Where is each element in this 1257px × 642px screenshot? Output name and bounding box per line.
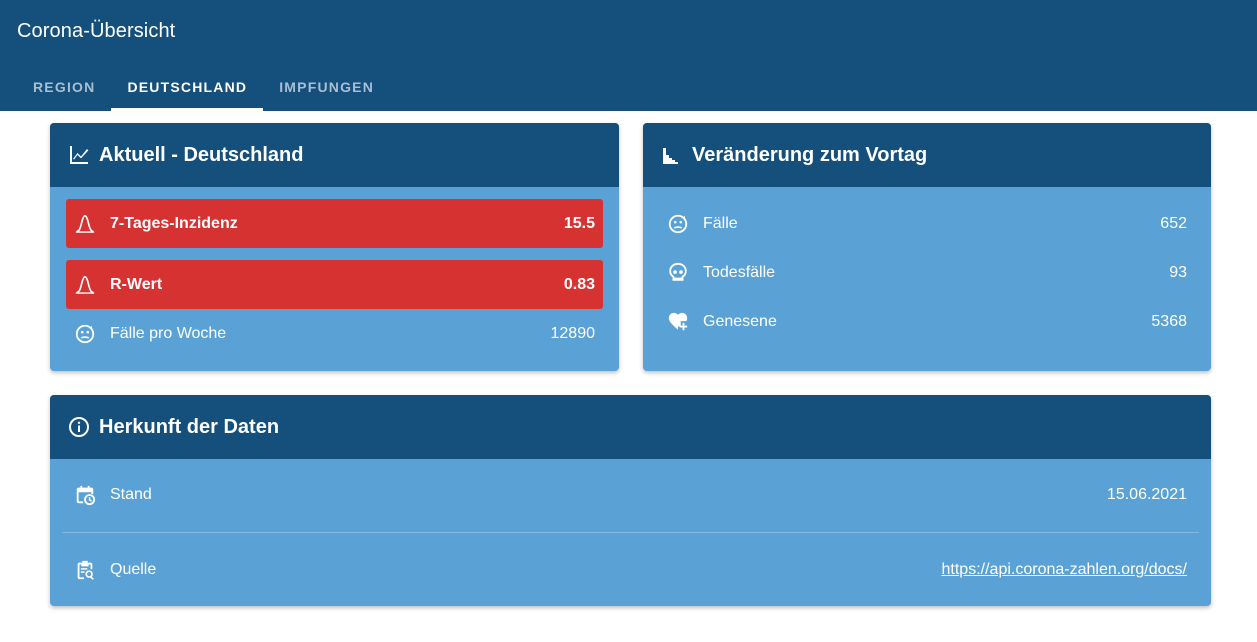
row-faelle-pro-woche: Fälle pro Woche 12890 [66, 309, 603, 358]
card-aktuell: Aktuell - Deutschland 7-Tages-Inzidenz 1… [50, 123, 619, 371]
row-faelle-value: 652 [1160, 214, 1187, 232]
row-faelle: Fälle 652 [659, 199, 1195, 248]
app-title: Corona-Übersicht [17, 20, 176, 42]
row-r-wert: R-Wert 0.83 [66, 260, 603, 309]
card-aktuell-title: Aktuell - Deutschland [99, 143, 304, 166]
row-inzidenz-label: 7-Tages-Inzidenz [110, 214, 238, 232]
row-quelle: Quelle https://api.corona-zahlen.org/doc… [66, 545, 1195, 594]
tab-bar: REGION DEUTSCHLAND IMPFUNGEN [17, 64, 390, 111]
tab-deutschland[interactable]: DEUTSCHLAND [111, 64, 263, 111]
info-icon [69, 417, 89, 437]
row-quelle-label: Quelle [110, 560, 157, 578]
row-faelle-pro-woche-value: 12890 [550, 324, 596, 342]
tab-region[interactable]: REGION [17, 64, 111, 111]
row-r-wert-value: 0.83 [563, 275, 595, 293]
row-faelle-label: Fälle [703, 214, 738, 232]
skull-icon [669, 262, 687, 281]
row-faelle-pro-woche-label: Fälle pro Woche [110, 324, 227, 342]
clipboard-search-icon [77, 560, 94, 580]
sick-face-icon [668, 214, 688, 233]
card-herkunft-title: Herkunft der Daten [99, 415, 280, 438]
calendar-clock-icon [76, 485, 96, 505]
row-inzidenz: 7-Tages-Inzidenz 15.5 [66, 199, 603, 248]
row-genesene: Genesene 5368 [659, 297, 1195, 346]
row-todesfaelle: Todesfälle 93 [659, 248, 1195, 297]
row-genesene-label: Genesene [703, 312, 777, 330]
quelle-link[interactable]: https://api.corona-zahlen.org/docs/ [942, 561, 1187, 579]
sick-face-icon [75, 324, 95, 343]
row-stand: Stand 15.06.2021 [66, 470, 1195, 519]
card-herkunft: Herkunft der Daten Stand 15.06.2021 Quel… [50, 395, 1211, 606]
row-stand-value: 15.06.2021 [1106, 485, 1187, 503]
row-stand-label: Stand [110, 485, 152, 503]
card-vortag-title: Veränderung zum Vortag [692, 143, 928, 166]
card-aktuell-header: Aktuell - Deutschland [50, 123, 619, 187]
card-vortag: Veränderung zum Vortag Fälle 652 Todesfä… [643, 123, 1211, 371]
app-bar: Corona-Übersicht REGION DEUTSCHLAND IMPF… [0, 0, 1257, 111]
divider [62, 532, 1199, 533]
heart-plus-icon [668, 312, 688, 330]
row-genesene-value: 5368 [1151, 312, 1187, 330]
line-chart-icon [70, 146, 89, 164]
card-herkunft-header: Herkunft der Daten [50, 395, 1211, 459]
bar-chart-icon [663, 148, 678, 164]
row-r-wert-label: R-Wert [110, 275, 163, 293]
row-inzidenz-value: 15.5 [563, 214, 595, 232]
row-todesfaelle-value: 93 [1169, 263, 1187, 281]
bell-curve-icon [75, 275, 95, 294]
bell-curve-icon [75, 214, 95, 233]
card-vortag-header: Veränderung zum Vortag [643, 123, 1211, 187]
row-todesfaelle-label: Todesfälle [703, 263, 776, 281]
tab-impfungen[interactable]: IMPFUNGEN [263, 64, 390, 111]
